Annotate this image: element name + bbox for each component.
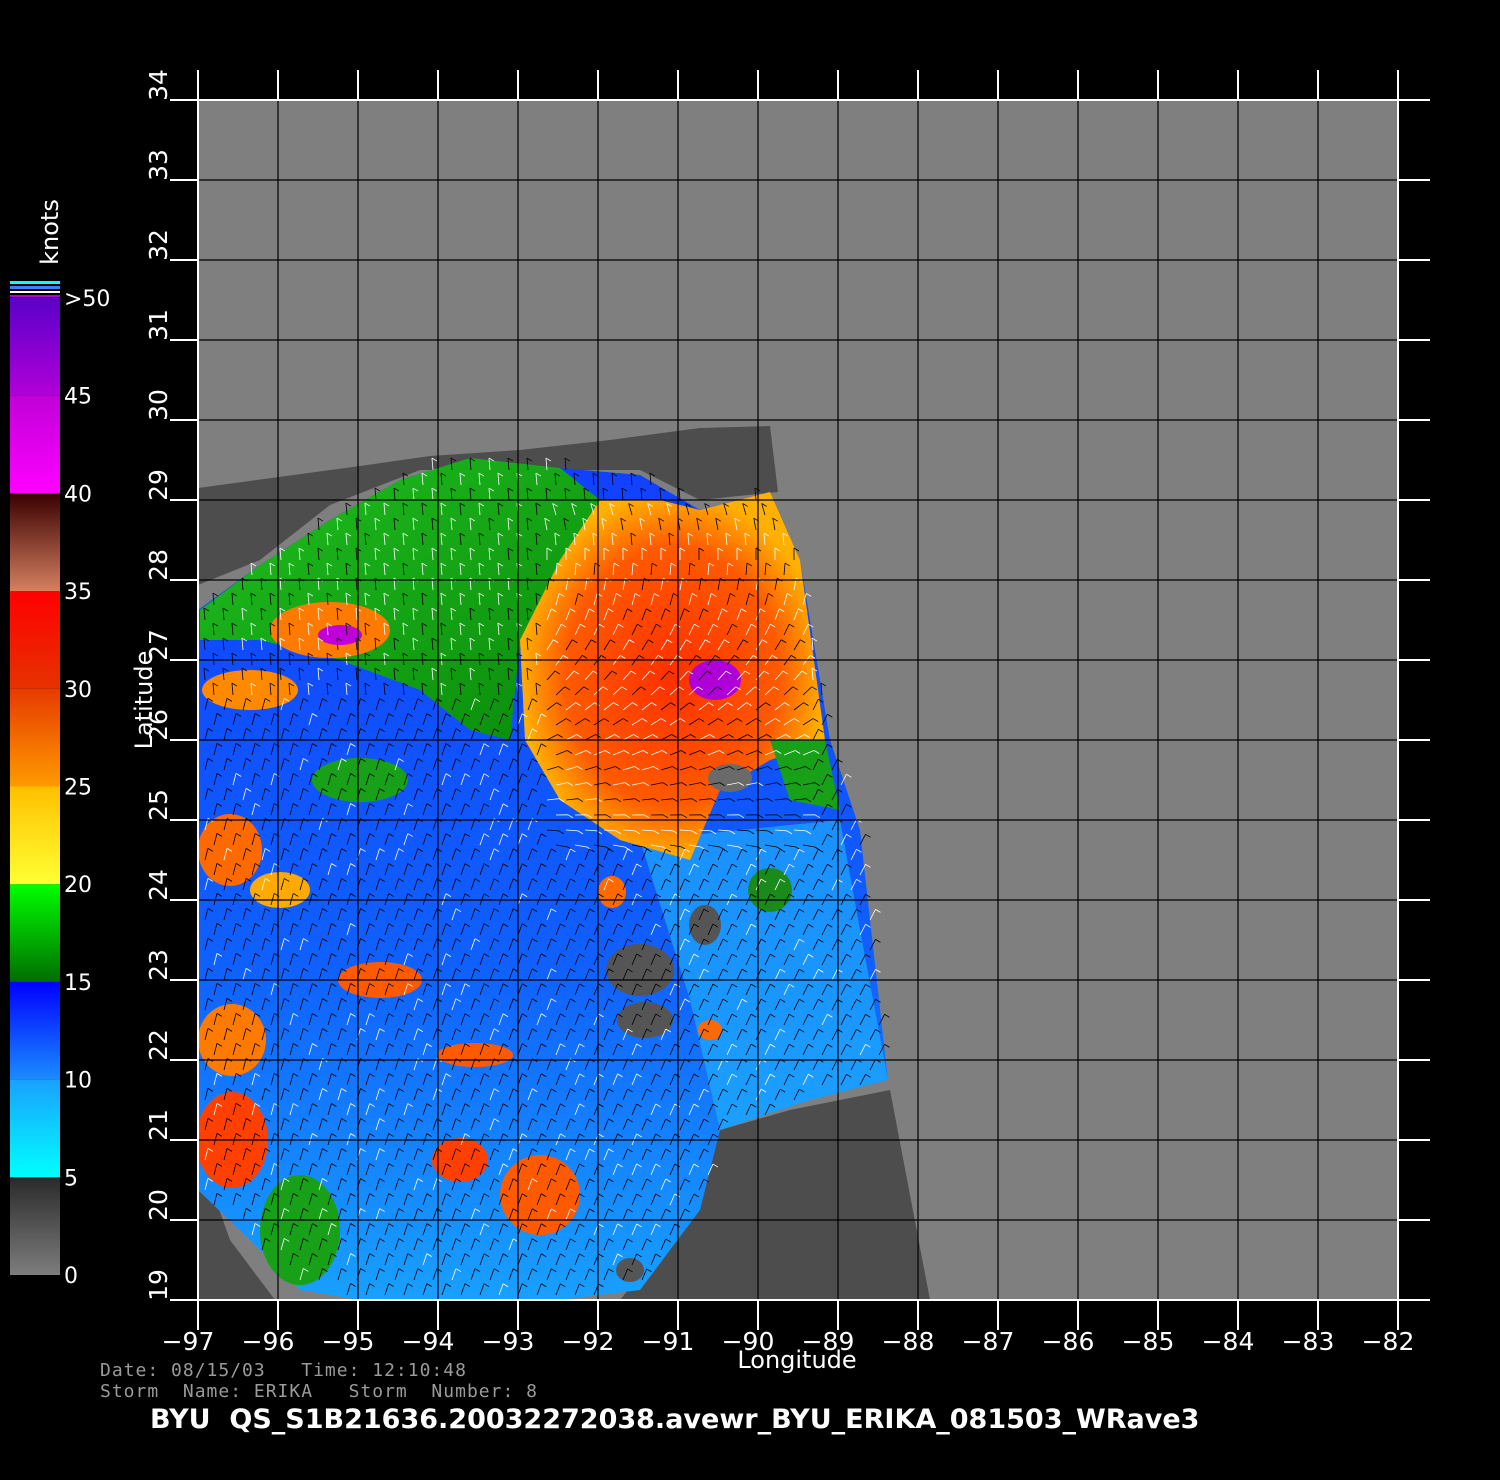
colorbar-label: 40 [64,482,92,507]
colorbar-band [10,396,60,494]
lat-tick-label: 22 [144,1029,173,1061]
lat-tick-label: 23 [144,949,173,981]
lat-tick-label: 19 [144,1269,173,1301]
lon-tick-label: −88 [882,1327,935,1356]
colorbar-band [10,1080,60,1178]
colorbar-label: 20 [64,873,92,898]
colorbar-band [10,982,60,1080]
y-axis-title: Latitude [130,651,158,750]
lat-tick-label: 33 [144,149,173,181]
lon-tick-label: −82 [1362,1327,1415,1356]
colorbar-label: 0 [64,1264,78,1289]
lon-tick-label: −87 [962,1327,1015,1356]
colorbar-band [10,1177,60,1275]
storm-low-winds-eye [708,764,752,792]
colorbar-label: >50 [64,287,110,312]
lon-tick-label: −85 [1122,1327,1175,1356]
product-title: BYU QS_S1B21636.20032272038.avewr_BYU_ER… [150,1404,1199,1435]
lon-tick-label: −83 [1282,1327,1335,1356]
colorbar-label: 45 [64,385,92,410]
colorbar-top-cyan [10,281,60,284]
lat-tick-label: 30 [144,389,173,421]
date-time-line: Date: 08/15/03 Time: 12:10:48 [100,1360,467,1381]
wind-map: −97 −96 −95 −94 −93 −92 −91 −90 −89 −88 −87 −86 −85−… [0,0,1500,1480]
colorbar-band [10,884,60,982]
colorbar-label: 5 [64,1166,78,1191]
lat-tick-label: 34 [144,69,173,101]
lat-tick-label: 31 [144,309,173,341]
lon-tick-label: −94 [402,1327,455,1356]
colorbar-label: 10 [64,1069,92,1094]
colorbar-band [10,493,60,591]
colorbar-band [10,591,60,689]
colorbar-band [10,787,60,885]
colorbar-label: 15 [64,971,92,996]
colorbar-label: 30 [64,678,92,703]
lat-tick-label: 24 [144,869,173,901]
colorbar-band [10,689,60,787]
lat-tick-label: 32 [144,229,173,261]
lon-tick-label: −91 [642,1327,695,1356]
colorbar [10,298,60,1275]
colorbar-band [10,298,60,396]
colorbar-top-blue [10,286,60,289]
lat-tick-label: 20 [144,1189,173,1221]
colorbar-top-purple [10,295,60,297]
lat-tick-label: 21 [144,1109,173,1141]
lon-tick-label: −95 [322,1327,375,1356]
colorbar-label: 25 [64,776,92,801]
lat-tick-label: 29 [144,469,173,501]
lon-tick-label: −93 [482,1327,535,1356]
storm-line: Storm Name: ERIKA Storm Number: 8 [100,1381,538,1402]
storm-high-winds [689,660,741,700]
colorbar-top-white [10,291,60,293]
x-axis-title: Longitude [737,1346,856,1374]
colorbar-unit: knots [36,199,64,265]
lon-tick-label: −97 [162,1327,215,1356]
colorbar-labels: 0 5 10 15 20 25 30 35 40 45 >50 [64,287,110,1289]
lon-tick-label: −84 [1202,1327,1255,1356]
lat-tick-label: 25 [144,789,173,821]
lon-tick-label: −92 [562,1327,615,1356]
lon-tick-label: −96 [242,1327,295,1356]
colorbar-label: 35 [64,580,92,605]
lat-tick-label: 28 [144,549,173,581]
lon-tick-label: −86 [1042,1327,1095,1356]
